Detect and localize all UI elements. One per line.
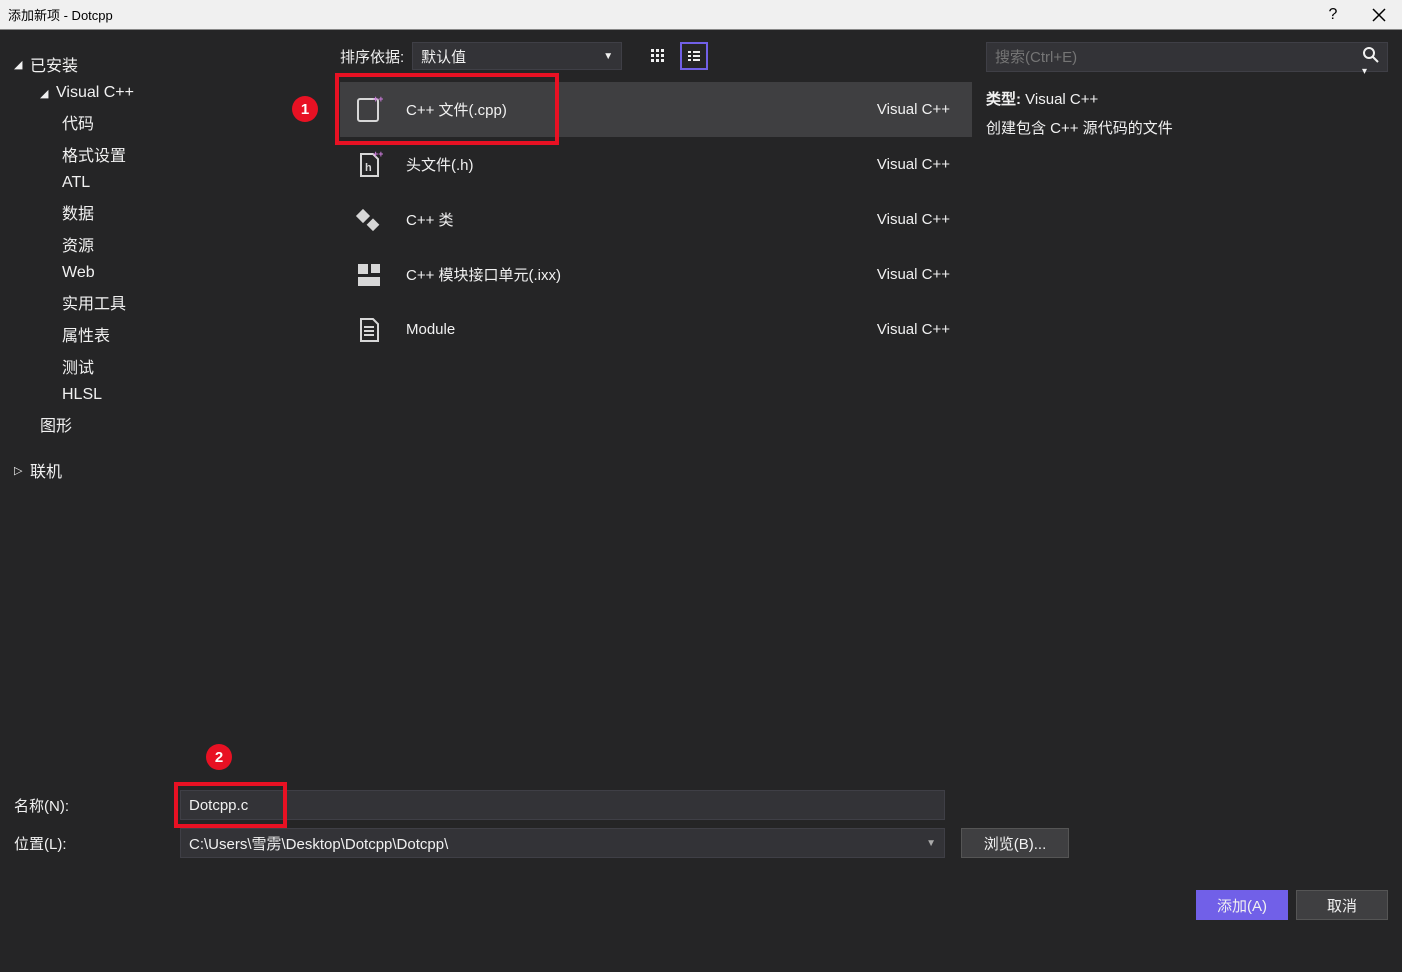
svg-text:++: ++	[373, 96, 383, 104]
template-lang: Visual C++	[877, 266, 958, 283]
grid-view-button[interactable]	[644, 42, 672, 70]
svg-text:++: ++	[373, 151, 383, 159]
tree-label: 测试	[62, 354, 94, 378]
caret-down-icon: ◢	[40, 87, 50, 100]
list-view-button[interactable]	[680, 42, 708, 70]
location-label: 位置(L):	[14, 833, 164, 854]
tree-item[interactable]: 测试	[14, 350, 332, 382]
cancel-button[interactable]: 取消	[1296, 890, 1388, 920]
location-value: C:\Users\雪雳\Desktop\Dotcpp\Dotcpp\	[189, 833, 448, 854]
list-icon	[686, 48, 702, 64]
annotation-badge-2: 2	[206, 744, 232, 770]
location-dropdown[interactable]: C:\Users\雪雳\Desktop\Dotcpp\Dotcpp\ ▼	[180, 828, 945, 858]
tree-label: 数据	[62, 200, 94, 224]
tree-label: 已安装	[30, 52, 78, 76]
close-icon	[1372, 8, 1386, 22]
tree-label: 实用工具	[62, 290, 126, 314]
tree-graphics[interactable]: 图形	[14, 408, 332, 440]
search-input[interactable]	[986, 42, 1388, 72]
caret-down-icon: ◢	[14, 58, 24, 71]
window-title: 添加新项 - Dotcpp	[8, 5, 113, 24]
cancel-label: 取消	[1327, 895, 1357, 916]
tree-item[interactable]: ATL	[14, 170, 332, 196]
browse-button[interactable]: 浏览(B)...	[961, 828, 1069, 858]
tree-label: 代码	[62, 110, 94, 134]
search-icon[interactable]: ▾	[1362, 46, 1380, 82]
type-value: Visual C++	[1025, 91, 1098, 108]
chevron-down-icon: ▼	[603, 51, 613, 62]
tree-label: Web	[62, 264, 95, 282]
details-info: 类型: Visual C++ 创建包含 C++ 源代码的文件	[986, 86, 1388, 143]
template-lang: Visual C++	[877, 156, 958, 173]
annotation-badge-1: 1	[292, 96, 318, 122]
sort-value: 默认值	[421, 46, 466, 67]
tree-item[interactable]: HLSL	[14, 382, 332, 408]
sort-label: 排序依据:	[340, 46, 404, 67]
template-name: 头文件(.h)	[406, 154, 855, 175]
template-item-module[interactable]: Module Visual C++	[340, 302, 972, 357]
bottom-fields: 2 名称(N): 位置(L): C:\Users\雪雳\Desktop\Dotc…	[0, 780, 1402, 880]
details-panel: ▾ 类型: Visual C++ 创建包含 C++ 源代码的文件	[972, 30, 1402, 780]
tree-item[interactable]: Web	[14, 260, 332, 286]
add-button[interactable]: 添加(A)	[1196, 890, 1288, 920]
caret-right-icon: ▷	[14, 464, 24, 477]
cpp-file-icon: ++	[354, 95, 384, 125]
tree-item[interactable]: 资源	[14, 228, 332, 260]
tree-label: 格式设置	[62, 142, 126, 166]
name-input[interactable]	[180, 790, 945, 820]
template-name: C++ 模块接口单元(.ixx)	[406, 264, 855, 285]
template-lang: Visual C++	[877, 101, 958, 118]
tree-visual-cpp[interactable]: ◢ Visual C++	[14, 80, 332, 106]
tree-item[interactable]: 代码	[14, 106, 332, 138]
tree-online[interactable]: ▷ 联机	[14, 454, 332, 486]
template-list: 1 ++ C++ 文件(.cpp) Visual C++ h++ 头文件(.h)…	[340, 82, 972, 780]
module-icon	[354, 315, 384, 345]
tree-label: ATL	[62, 174, 90, 192]
add-label: 添加(A)	[1217, 895, 1267, 916]
type-description: 创建包含 C++ 源代码的文件	[986, 115, 1388, 144]
tree-item[interactable]: 数据	[14, 196, 332, 228]
header-file-icon: h++	[354, 150, 384, 180]
tree-label: 资源	[62, 232, 94, 256]
template-lang: Visual C++	[877, 321, 958, 338]
close-button[interactable]	[1356, 0, 1402, 30]
tree-label: HLSL	[62, 386, 102, 404]
type-label: 类型:	[986, 91, 1021, 108]
template-lang: Visual C++	[877, 211, 958, 228]
annotation-box-2	[174, 782, 287, 828]
template-name: C++ 类	[406, 209, 855, 230]
template-item-header-file[interactable]: h++ 头文件(.h) Visual C++	[340, 137, 972, 192]
sort-dropdown[interactable]: 默认值 ▼	[412, 42, 622, 70]
name-label: 名称(N):	[14, 795, 164, 816]
tree-item[interactable]: 属性表	[14, 318, 332, 350]
tree-label: 图形	[40, 412, 72, 436]
tree-label: 联机	[30, 458, 62, 482]
module-interface-icon	[354, 260, 384, 290]
svg-text:h: h	[365, 162, 372, 174]
chevron-down-icon: ▼	[926, 838, 936, 849]
grid-icon	[650, 48, 666, 64]
tree-item[interactable]: 实用工具	[14, 286, 332, 318]
tree-label: Visual C++	[56, 84, 134, 102]
template-item-cpp-class[interactable]: C++ 类 Visual C++	[340, 192, 972, 247]
dialog-footer: 添加(A) 取消	[0, 880, 1402, 930]
browse-label: 浏览(B)...	[984, 833, 1047, 854]
titlebar: 添加新项 - Dotcpp ?	[0, 0, 1402, 30]
template-item-module-interface[interactable]: C++ 模块接口单元(.ixx) Visual C++	[340, 247, 972, 302]
category-tree: ◢ 已安装 ◢ Visual C++ 代码 格式设置 ATL 数据 资源 Web 实…	[0, 30, 340, 780]
help-button[interactable]: ?	[1310, 0, 1356, 30]
template-name: Module	[406, 321, 855, 338]
tree-installed[interactable]: ◢ 已安装	[14, 48, 332, 80]
cpp-class-icon	[354, 205, 384, 235]
tree-label: 属性表	[62, 322, 110, 346]
tree-item[interactable]: 格式设置	[14, 138, 332, 170]
